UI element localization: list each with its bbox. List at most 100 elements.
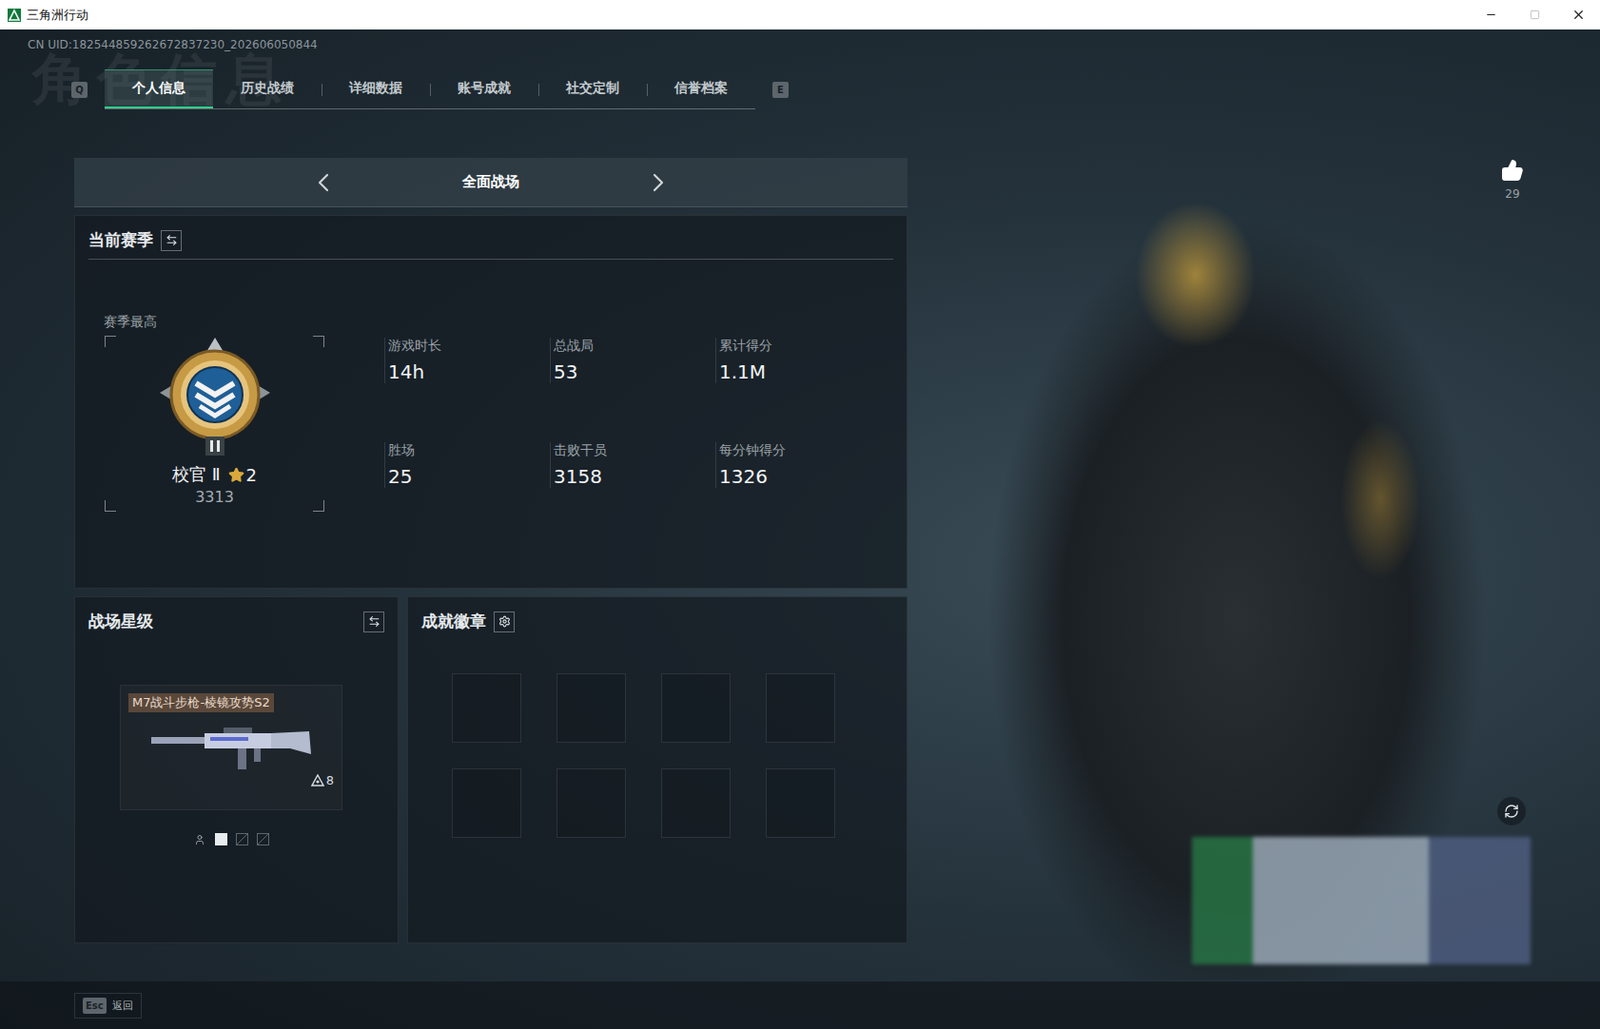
close-button[interactable] [1556, 0, 1600, 30]
achievement-header: 成就徽章 [421, 608, 894, 642]
pager-dot[interactable] [214, 833, 228, 846]
close-icon [1571, 7, 1586, 22]
rank-stars: 2 [228, 465, 257, 486]
weapon-art [128, 720, 334, 774]
refresh-icon [1503, 803, 1520, 820]
window-title: 三角洲行动 [26, 6, 1469, 24]
stat-value: 1.1M [719, 360, 881, 384]
rank-badge-icon [150, 335, 280, 460]
stat-cell: 累计得分1.1M [715, 337, 881, 384]
minimize-button[interactable] [1468, 0, 1513, 30]
rank-score: 3313 [195, 487, 235, 507]
footer: Esc 返回 [0, 981, 1600, 1029]
stat-label: 总战局 [553, 337, 716, 355]
tab[interactable]: 信誉档案 [646, 69, 756, 109]
mode-label: 全面战场 [443, 173, 539, 192]
content: 全面战场当前赛季赛季最高校官 Ⅱ23313游戏时长14h总战局53累计得分1.1… [0, 123, 1600, 982]
rifle-icon [147, 720, 315, 774]
character-stage: 29 [907, 123, 1600, 982]
stat-label: 每分钟得分 [719, 442, 881, 460]
stat-label: 胜场 [388, 442, 550, 460]
chevron-right-icon [643, 167, 674, 198]
stat-cell: 击败干员3158 [549, 442, 716, 488]
weapon-name: M7战斗步枪-棱镜攻势S2 [128, 693, 274, 713]
like-button[interactable]: 29 [1501, 158, 1524, 201]
bottom-row: 战场星级 M7战斗步枪-棱镜攻势S2 8 成就徽章 [74, 596, 908, 944]
level-switch-button[interactable] [363, 611, 385, 633]
rank-frame: 校官 Ⅱ 2 3313 [103, 335, 325, 512]
achievement-panel: 成就徽章 [407, 596, 908, 944]
season-panel: 当前赛季赛季最高校官 Ⅱ23313游戏时长14h总战局53累计得分1.1M胜场2… [74, 214, 908, 589]
season-panel-header: 当前赛季 [88, 227, 894, 260]
next-tab-key[interactable]: E [772, 81, 789, 98]
title-bar: 三角洲行动 [0, 0, 1600, 30]
back-button[interactable]: Esc 返回 [74, 993, 142, 1019]
minimize-icon [1484, 8, 1498, 21]
badge-slot[interactable] [765, 768, 836, 839]
slash-icon [236, 834, 248, 845]
tab[interactable]: 个人信息 [104, 69, 214, 109]
achievement-settings-button[interactable] [493, 611, 515, 633]
season-body: 赛季最高校官 Ⅱ23313游戏时长14h总战局53累计得分1.1M胜场25击败干… [88, 312, 894, 512]
stat-label: 游戏时长 [388, 337, 550, 355]
like-count: 29 [1504, 187, 1520, 201]
stat-value: 1326 [719, 465, 881, 488]
chevron-left-icon [308, 167, 339, 198]
level-mark-icon [311, 774, 325, 787]
next-mode-button[interactable] [643, 167, 674, 198]
uid-text: CN UID:182544859262672837230_20260605084… [27, 37, 1600, 53]
maximize-icon [1529, 9, 1541, 20]
swap-icon [368, 615, 381, 628]
stat-label: 击败干员 [553, 442, 716, 460]
stat-value: 14h [388, 360, 550, 384]
season-title: 当前赛季 [88, 229, 154, 252]
star-icon [228, 467, 245, 484]
stat-cell: 游戏时长 14h [384, 337, 550, 384]
badge-slot[interactable] [556, 768, 626, 839]
tab[interactable]: 社交定制 [538, 69, 647, 109]
weapon-card[interactable]: M7战斗步枪-棱镜攻势S2 8 [119, 684, 343, 811]
season-switch-button[interactable] [160, 230, 182, 252]
pager-dot[interactable] [235, 833, 249, 846]
weapon-level: 8 [311, 773, 334, 788]
stat-cell: 每分钟得分 1326 [715, 442, 881, 488]
rank-row: 校官 Ⅱ 2 [172, 463, 257, 487]
season-best: 赛季最高校官 Ⅱ23313 [103, 312, 342, 512]
rotate-button[interactable] [1497, 797, 1526, 826]
badge-grid [451, 673, 894, 839]
stat-value: 25 [388, 465, 550, 488]
badge-slot[interactable] [556, 673, 626, 743]
swap-icon [165, 234, 178, 247]
rank-name: 校官 Ⅱ [172, 463, 221, 487]
star-count: 2 [246, 465, 257, 486]
tab[interactable]: 账号成就 [429, 69, 539, 109]
badge-slot[interactable] [451, 768, 522, 839]
badge-slot[interactable] [451, 673, 522, 743]
badge-slot[interactable] [661, 673, 731, 743]
tab[interactable]: 历史战绩 [213, 69, 322, 109]
esc-key: Esc [82, 997, 107, 1015]
figure-icon [194, 834, 206, 846]
pager-dot[interactable] [256, 833, 270, 846]
back-label: 返回 [112, 998, 134, 1014]
tab-strip: 个人信息历史战绩详细数据账号成就社交定制信誉档案 [104, 69, 756, 110]
stat-cell: 胜场 25 [384, 442, 550, 488]
tab[interactable]: 详细数据 [321, 69, 430, 109]
prev-mode-button[interactable] [308, 167, 339, 198]
badge-slot[interactable] [661, 768, 731, 839]
badge-slot[interactable] [765, 673, 836, 743]
pager-dot[interactable] [194, 833, 207, 846]
tab-bar: Q 个人信息历史战绩详细数据账号成就社交定制信誉档案 E [71, 69, 1600, 110]
header: 角色信息CN UID:182544859262672837230_2026060… [0, 29, 1600, 124]
achievement-title: 成就徽章 [421, 610, 487, 633]
mode-selector: 全面战场 [74, 157, 908, 208]
name-card-image [1191, 837, 1531, 965]
card-pager [119, 833, 343, 846]
thumbs-up-icon [1501, 158, 1524, 182]
maximize-button[interactable] [1512, 0, 1557, 30]
stats-column: 全面战场当前赛季赛季最高校官 Ⅱ23313游戏时长14h总战局53累计得分1.1… [0, 123, 908, 982]
stat-value: 53 [553, 360, 716, 384]
stat-cell: 总战局 53 [549, 337, 716, 384]
prev-tab-key[interactable]: Q [71, 81, 88, 98]
battlefield-level-title: 战场星级 [88, 610, 154, 633]
